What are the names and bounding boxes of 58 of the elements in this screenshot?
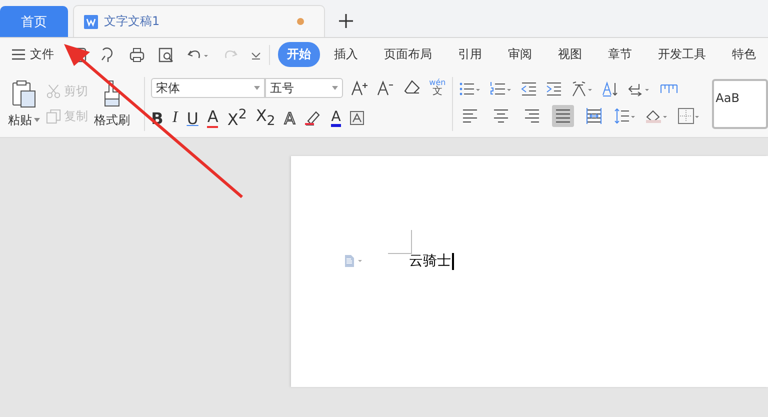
document-icon — [84, 14, 98, 28]
ribbon-tab[interactable]: 特色 — [720, 42, 768, 67]
paintbrush-icon — [102, 80, 122, 108]
borders-icon[interactable] — [678, 108, 700, 124]
format-button[interactable]: I — [172, 109, 178, 127]
format-button[interactable]: A — [284, 108, 296, 128]
format-button[interactable]: X$_{2}$ — [256, 106, 276, 130]
format-button[interactable]: X$^{2}$ — [227, 107, 247, 129]
format-button[interactable]: A — [207, 108, 218, 128]
ruler-icon[interactable] — [660, 83, 678, 95]
increase-indent-icon[interactable] — [546, 81, 562, 97]
font-color-button[interactable]: A — [331, 110, 341, 126]
phonetic-guide-button[interactable]: wén 文 — [429, 79, 446, 98]
shrink-font-icon[interactable] — [377, 80, 396, 96]
document-tab[interactable]: 文字文稿1 — [73, 5, 325, 37]
character-border-icon[interactable] — [350, 111, 364, 125]
tab-label: 文字文稿1 — [104, 13, 161, 30]
numbered-list-icon[interactable] — [490, 81, 512, 97]
ribbon-tab[interactable]: 开发工具 — [646, 42, 718, 67]
print-icon[interactable] — [129, 46, 146, 62]
file-menu[interactable]: 文件 — [12, 46, 72, 63]
home-tab[interactable]: 首页 — [0, 6, 68, 37]
ribbon-tab[interactable]: 章节 — [596, 42, 644, 67]
ribbon-tab[interactable]: 插入 — [322, 42, 370, 67]
new-tab-icon[interactable] — [339, 14, 353, 28]
ribbon-tab[interactable]: 引用 — [446, 42, 494, 67]
margin-corner-mark — [388, 230, 412, 254]
bullet-list-icon[interactable] — [458, 81, 481, 97]
caret-icon — [254, 86, 260, 90]
document-text: 云骑士 — [409, 252, 451, 270]
caret-icon — [34, 118, 40, 122]
alignment-button[interactable] — [552, 105, 574, 127]
preview-icon[interactable] — [158, 46, 174, 62]
line-spacing-icon[interactable] — [614, 108, 636, 124]
ribbon-tab[interactable]: 审阅 — [496, 42, 544, 67]
more-icon[interactable] — [251, 50, 262, 60]
ribbon-tab[interactable]: 视图 — [546, 42, 594, 67]
decrease-indent-icon[interactable] — [520, 81, 537, 97]
format-painter-button[interactable]: 格式刷 — [94, 80, 130, 128]
caret-icon — [332, 86, 338, 90]
clipboard-icon — [12, 80, 36, 108]
text-cursor — [452, 252, 454, 270]
scissors-icon — [46, 84, 61, 99]
eraser-icon[interactable] — [403, 80, 422, 96]
shading-icon[interactable] — [644, 108, 669, 124]
grow-font-icon[interactable] — [351, 80, 370, 96]
style-preview[interactable]: AaB — [712, 79, 768, 129]
font-size-field[interactable]: 五号 — [265, 78, 344, 98]
copy-icon — [46, 109, 61, 124]
sort-icon[interactable] — [602, 81, 618, 97]
line-break-icon[interactable] — [626, 81, 651, 97]
font-name-field[interactable]: 宋体 — [151, 78, 266, 98]
format-button[interactable]: U — [186, 108, 198, 128]
highlighter-icon[interactable] — [304, 110, 322, 126]
menu-icon — [12, 49, 25, 60]
text-direction-icon[interactable] — [570, 81, 593, 97]
paste-button[interactable]: 粘贴 — [8, 80, 40, 128]
ribbon-tab[interactable]: 页面布局 — [372, 42, 444, 67]
